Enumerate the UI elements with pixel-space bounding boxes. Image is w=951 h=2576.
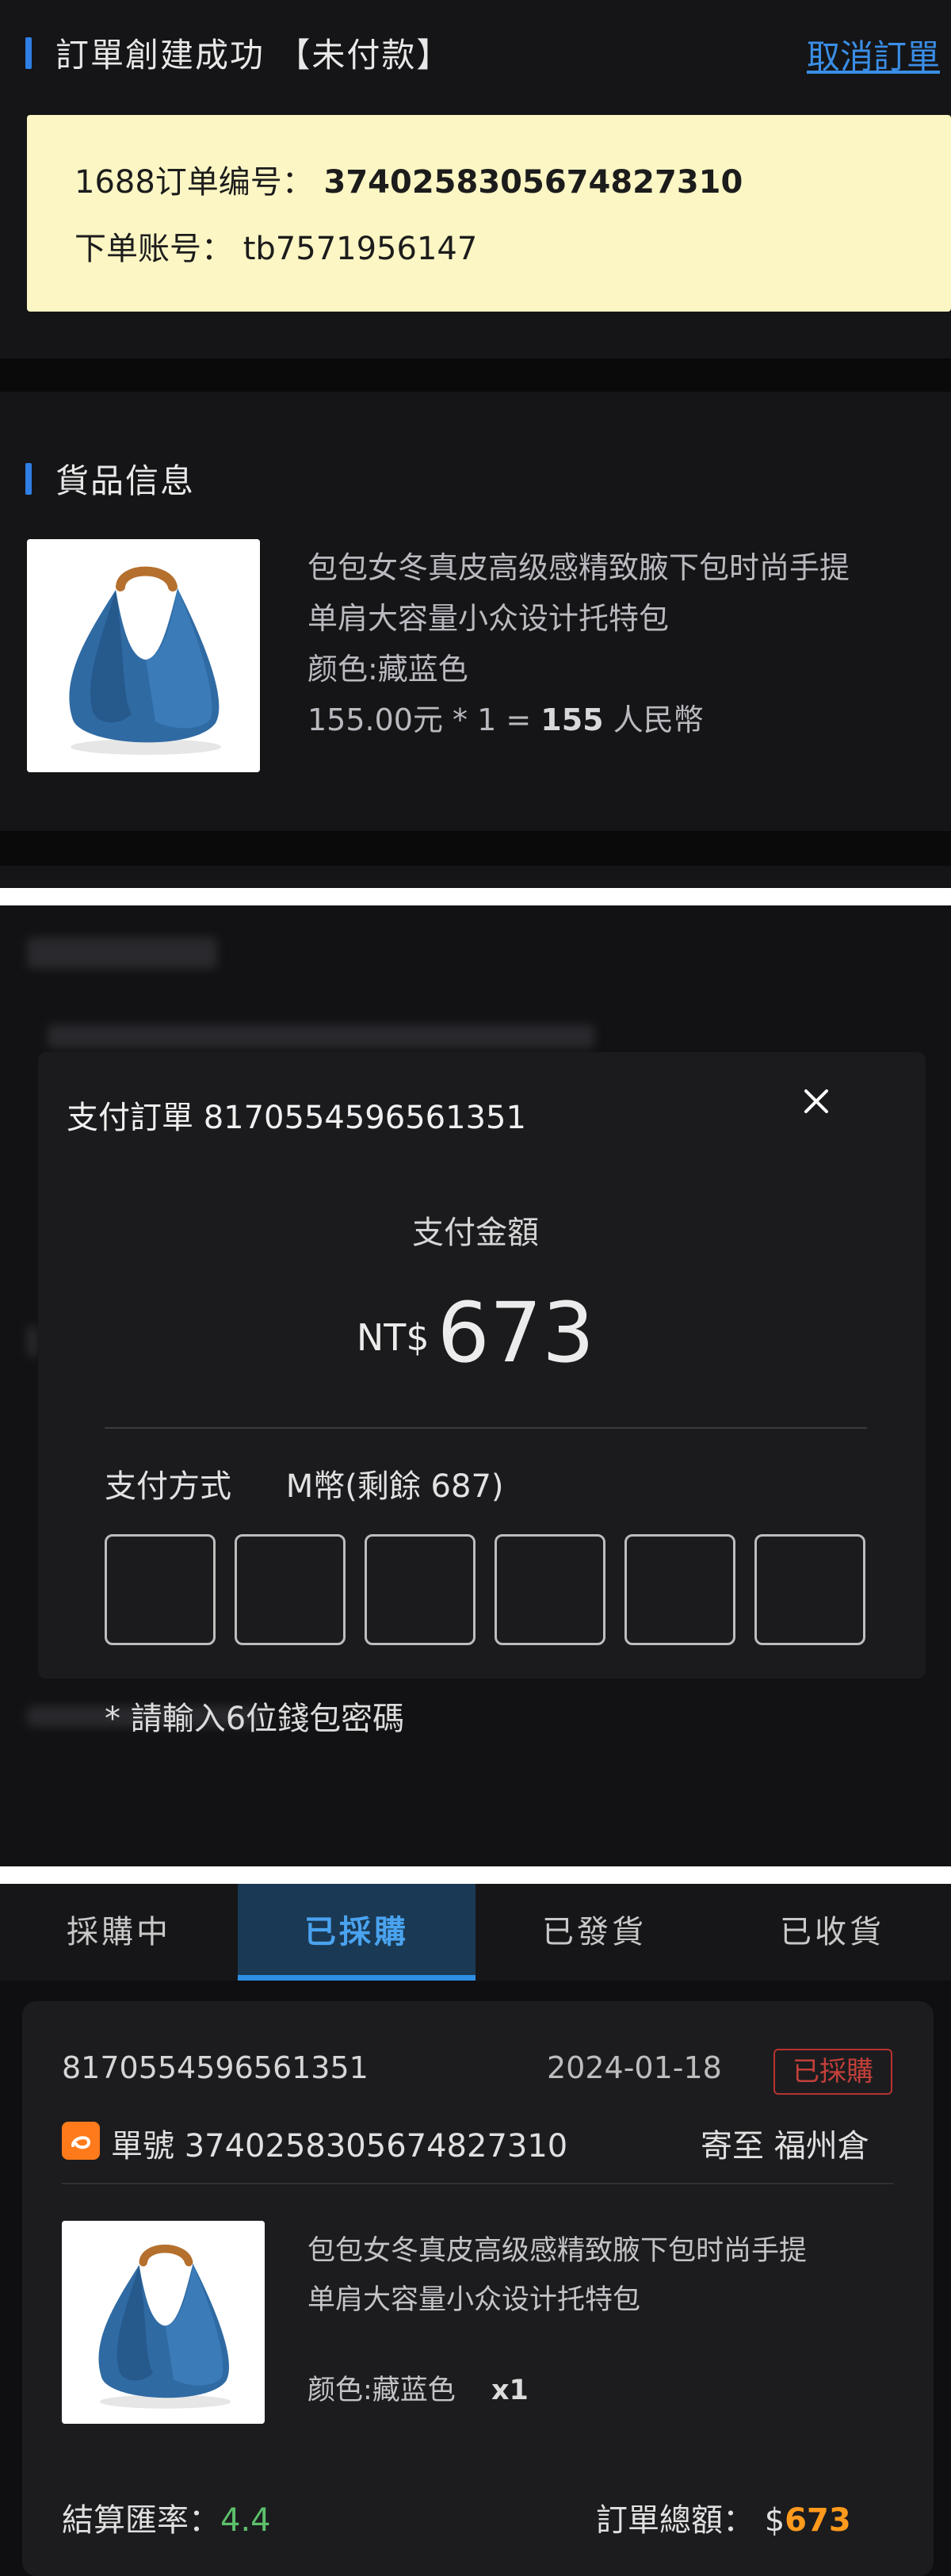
exchange-rate-label: 結算匯率： [62, 2502, 220, 2539]
payment-modal-title: 支付訂單 8170554596561351 [67, 1100, 526, 1136]
payment-method-row: 支付方式 M幣(剩餘 687) [105, 1460, 504, 1506]
product-price-row: 155.00元 * 1 = 155 人民幣 [307, 695, 850, 745]
exchange-rate-row: 結算匯率：4.4 [62, 2494, 271, 2540]
pin-hint: * 請輸入6位錢包密碼 [105, 1701, 405, 1737]
section-separator [0, 831, 951, 866]
blurred-text [48, 1024, 594, 1048]
order-number-row: 1688订单编号： 3740258305674827310 [74, 156, 743, 202]
goods-header: 貨品信息 [0, 454, 195, 503]
price-total: 155 [540, 702, 604, 737]
blurred-text [27, 937, 217, 969]
payment-currency: NT$ [356, 1316, 430, 1359]
pin-digit-2[interactable] [235, 1534, 346, 1645]
order-info-box: 1688订单编号： 3740258305674827310 下单账号： tb75… [27, 115, 951, 312]
order-id: 8170554596561351 [62, 2050, 369, 2085]
payment-method-value: M幣(剩餘 687) [285, 1468, 504, 1505]
payment-panel: 支付訂單 8170554596561351 支付金額 NT$673 支付方式 M… [0, 905, 951, 1866]
pin-digit-5[interactable] [624, 1534, 735, 1645]
pin-digit-1[interactable] [105, 1534, 216, 1645]
card-product-variant: 颜色:藏蓝色 x1 [307, 2367, 529, 2408]
tab-purchased[interactable]: 已採購 [238, 1884, 476, 1981]
product-thumbnail[interactable] [62, 2221, 265, 2424]
close-button[interactable] [796, 1081, 836, 1121]
bag-icon [62, 2221, 265, 2424]
card-divider [62, 2183, 894, 2184]
alibaba-logo-icon [71, 2136, 91, 2149]
order-created-panel: 訂單創建成功 【未付款】 取消訂單 1688订单编号： 374025830567… [0, 0, 951, 888]
card-product-details: 包包女冬真皮高级感精致腋下包时尚手提 单肩大容量小众设计托特包 [307, 2226, 807, 2325]
orders-list-panel: 採購中 已採購 已發貨 已收貨 8170554596561351 2024-01… [0, 1884, 951, 2576]
card-product-name-line2: 单肩大容量小众设计托特包 [307, 2284, 641, 2316]
source-order-number: 單號 3740258305674827310 [111, 2128, 568, 2165]
goods-section-title: 貨品信息 [55, 461, 196, 500]
status-badge: 已採購 [773, 2049, 892, 2095]
modal-divider [105, 1427, 867, 1429]
ship-to-warehouse: 寄至 福州倉 [701, 2128, 869, 2165]
product-details: 包包女冬真皮高级感精致腋下包时尚手提 单肩大容量小众设计托特包 颜色:藏蓝色 1… [307, 542, 850, 745]
payment-amount: NT$673 [0, 1284, 951, 1381]
account-label: 下单账号： [74, 231, 233, 267]
account-row: 下单账号： tb7571956147 [74, 223, 477, 269]
product-name-line1: 包包女冬真皮高级感精致腋下包时尚手提 [307, 550, 850, 585]
alibaba-icon [62, 2122, 100, 2160]
payment-amount-label: 支付金額 [412, 1215, 539, 1251]
bag-icon [27, 539, 260, 772]
close-icon [804, 1089, 828, 1113]
card-product-color: 颜色:藏蓝色 [307, 2375, 456, 2406]
order-date: 2024-01-18 [547, 2050, 722, 2085]
pin-digit-6[interactable] [754, 1534, 865, 1645]
product-color: 颜色:藏蓝色 [307, 652, 468, 687]
status-tabs: 採購中 已採購 已發貨 已收貨 [0, 1884, 951, 1981]
card-product-quantity: x1 [491, 2375, 529, 2406]
order-total-row: 訂單總額： $673 [596, 2494, 851, 2540]
tab-shipped[interactable]: 已發貨 [476, 1884, 713, 1981]
price-calculation: 155.00元 * 1 = [307, 702, 541, 737]
section-accent-bar [25, 462, 32, 495]
price-currency: 人民幣 [603, 702, 704, 737]
order-total-label: 訂單總額： $ [596, 2502, 785, 2539]
section-separator [0, 358, 951, 392]
tab-purchasing[interactable]: 採購中 [0, 1884, 238, 1981]
product-image[interactable] [27, 539, 260, 772]
order-total-value: 673 [785, 2502, 851, 2539]
product-name-line2: 单肩大容量小众设计托特包 [307, 601, 670, 636]
order-number-value: 3740258305674827310 [323, 164, 743, 201]
pin-digit-4[interactable] [495, 1534, 605, 1645]
pin-digit-3[interactable] [365, 1534, 476, 1645]
section-accent-bar [25, 36, 32, 69]
payment-amount-value: 673 [437, 1284, 595, 1381]
tab-received[interactable]: 已收貨 [713, 1884, 951, 1981]
payment-method-label: 支付方式 [105, 1468, 231, 1505]
order-number-label: 1688订单编号： [74, 164, 314, 201]
cancel-order-link[interactable]: 取消訂單 [807, 30, 940, 78]
card-product-name-line1: 包包女冬真皮高级感精致腋下包时尚手提 [307, 2235, 808, 2267]
order-created-header: 訂單創建成功 【未付款】 [0, 29, 451, 77]
exchange-rate-value: 4.4 [220, 2502, 271, 2539]
account-value: tb7571956147 [243, 231, 478, 267]
order-created-title: 訂單創建成功 【未付款】 [55, 36, 452, 75]
